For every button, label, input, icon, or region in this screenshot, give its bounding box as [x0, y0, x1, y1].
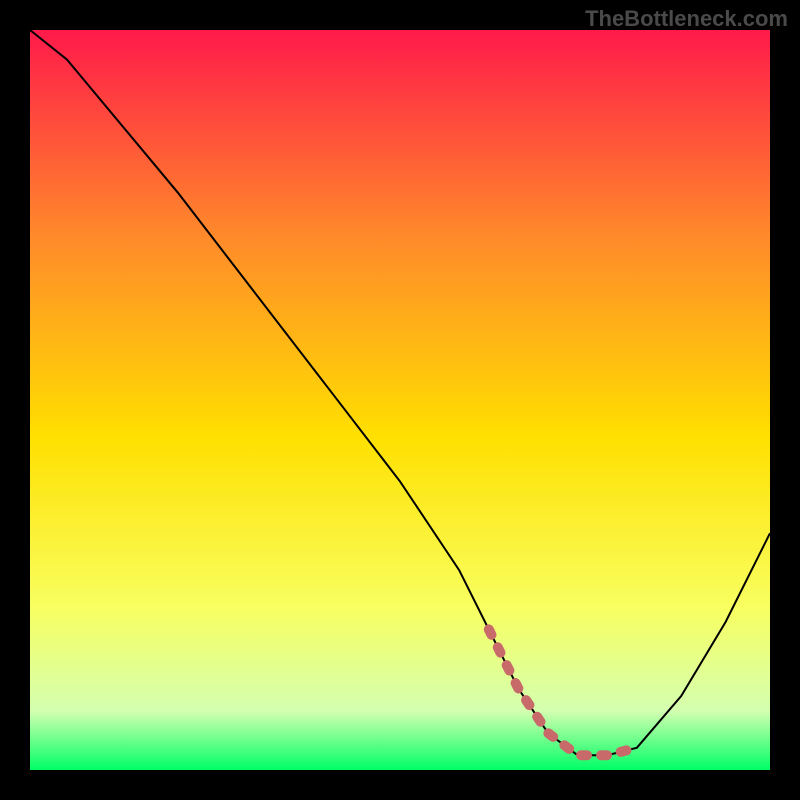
watermark-text: TheBottleneck.com — [585, 6, 788, 32]
gradient-background — [30, 30, 770, 770]
plot-area — [30, 30, 770, 770]
chart-svg — [30, 30, 770, 770]
chart-container: TheBottleneck.com — [0, 0, 800, 800]
